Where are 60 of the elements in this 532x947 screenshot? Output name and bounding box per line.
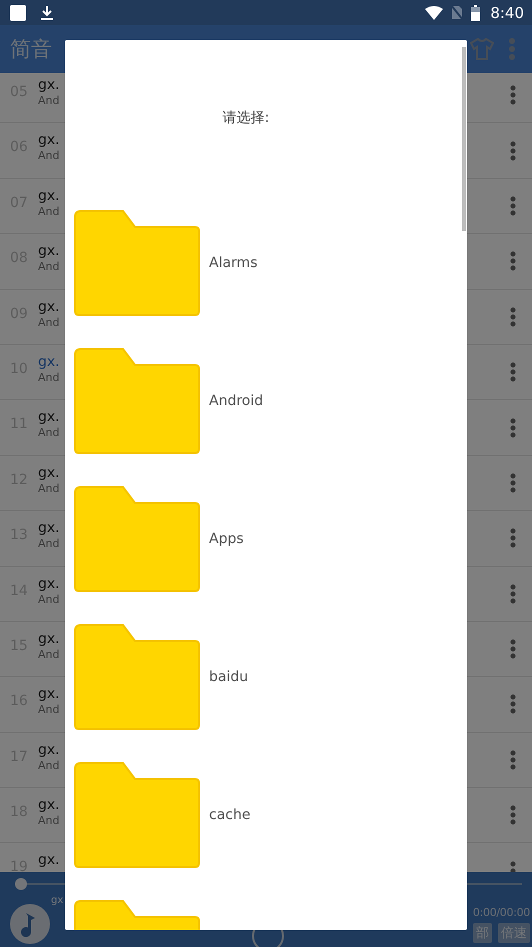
track-subtitle: And — [38, 758, 60, 772]
no-sim-icon — [451, 5, 464, 20]
dialog-title: 请选择: — [222, 109, 270, 128]
track-title: gx. — [38, 576, 60, 593]
more-icon[interactable] — [510, 140, 516, 161]
track-title: gx. — [38, 188, 60, 205]
track-subtitle: And — [38, 703, 60, 716]
track-subtitle: And — [38, 204, 60, 218]
track-title: gx. — [38, 464, 60, 482]
app-title: 简音 — [10, 36, 52, 63]
track-title: gx — [51, 895, 64, 906]
track-subtitle: And — [38, 260, 60, 274]
track-subtitle: And — [38, 482, 60, 495]
wifi-icon — [425, 6, 444, 20]
progress-thumb[interactable] — [15, 878, 27, 890]
track-title: gx. — [38, 742, 60, 759]
more-icon[interactable] — [510, 805, 516, 826]
folder-icon — [73, 623, 201, 731]
folder-icon — [73, 485, 201, 593]
track-title: gx. — [38, 686, 60, 704]
track-subtitle: And — [38, 94, 60, 107]
download-icon — [40, 4, 54, 20]
folder-icon — [73, 209, 201, 317]
track-subtitle: And — [38, 149, 60, 162]
track-subtitle: And — [38, 426, 60, 440]
track-title: gx. — [38, 852, 60, 870]
more-icon[interactable] — [510, 85, 516, 106]
battery-icon — [471, 4, 480, 20]
more-icon[interactable] — [510, 418, 516, 438]
track-subtitle: And — [38, 316, 60, 329]
track-title: gx. — [38, 298, 60, 316]
track-subtitle: And — [38, 537, 60, 550]
track-title: gx. — [38, 520, 60, 538]
more-icon[interactable] — [510, 750, 516, 770]
music-note-icon — [10, 904, 50, 944]
track-title: gx. — [38, 243, 60, 260]
track-subtitle: And — [38, 814, 60, 828]
more-icon[interactable] — [510, 694, 516, 714]
clock: 8:40 — [490, 4, 524, 22]
track-title: gx. — [38, 77, 60, 94]
track-subtitle: And — [38, 370, 60, 384]
more-icon[interactable] — [510, 306, 516, 327]
track-title: gx. — [38, 630, 60, 648]
track-title: gx. — [38, 132, 60, 150]
track-subtitle: And — [38, 648, 60, 661]
time-display: 0:00/00:00 — [472, 906, 530, 918]
notification-icon — [10, 4, 26, 20]
more-icon[interactable] — [510, 528, 516, 548]
more-icon[interactable] — [510, 251, 516, 272]
more-icon[interactable] — [510, 472, 516, 493]
track-subtitle: And — [38, 592, 60, 606]
more-icon[interactable] — [510, 362, 516, 382]
folder-icon — [73, 347, 201, 455]
folder-icon — [73, 761, 201, 869]
track-title: gx. — [38, 797, 60, 814]
track-title: gx. — [38, 409, 60, 426]
more-icon[interactable] — [510, 639, 516, 660]
more-icon[interactable] — [510, 584, 516, 604]
track-title: gx. — [38, 354, 60, 371]
more-icon[interactable] — [510, 196, 516, 216]
